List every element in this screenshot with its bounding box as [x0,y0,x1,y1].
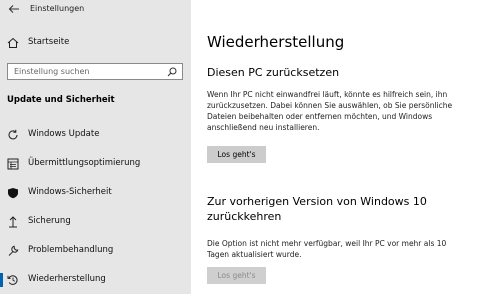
rollback-button: Los geht's [207,267,266,284]
sidebar-item-recovery[interactable]: Wiederherstellung [0,269,191,291]
sidebar-item-windows-security[interactable]: Windows-Sicherheit [0,182,191,204]
sidebar-item-label: Windows Update [28,129,100,139]
main-content: Wiederherstellung Diesen PC zurücksetzen… [191,0,500,294]
home-label: Startseite [28,37,70,47]
title-bar: Einstellungen [0,0,191,22]
sidebar-item-delivery-optimization[interactable]: Übermittlungsoptimierung [0,153,191,175]
backup-arrow-icon [9,216,17,228]
app-title: Einstellungen [30,4,85,13]
sidebar-item-label: Windows-Sicherheit [28,187,112,197]
section-title: Update und Sicherheit [7,95,115,105]
reset-pc-button[interactable]: Los geht's [207,146,266,163]
home-icon [7,37,19,48]
sidebar-item-windows-update[interactable]: Windows Update [0,124,191,146]
sidebar-item-label: Problembehandlung [28,245,114,255]
settings-search-input[interactable]: Einstellung suchen [7,63,183,80]
search-icon[interactable] [167,67,177,77]
sidebar: Einstellungen Startseite Einstellung suc… [0,0,191,294]
refresh-icon [8,129,18,140]
home-link[interactable]: Startseite [0,33,191,53]
rollback-description: Die Option ist nicht mehr verfügbar, wei… [207,239,447,259]
sidebar-item-label: Sicherung [28,216,71,226]
reset-description: Wenn Ihr PC nicht einwandfrei läuft, kön… [207,90,453,132]
delivery-optimization-icon [7,158,19,170]
recovery-icon [7,275,18,285]
sidebar-item-troubleshoot[interactable]: Problembehandlung [0,240,191,262]
wrench-icon [8,245,19,256]
selection-indicator [0,273,3,287]
search-placeholder: Einstellung suchen [14,67,90,76]
shield-icon [8,188,18,199]
back-arrow-icon[interactable] [8,3,20,15]
reset-heading: Diesen PC zurücksetzen [207,66,340,79]
rollback-heading: Zur vorherigen Version von Windows 10 zu… [207,195,427,223]
sidebar-item-label: Übermittlungsoptimierung [28,158,141,168]
page-title: Wiederherstellung [207,33,345,51]
sidebar-item-backup[interactable]: Sicherung [0,211,191,233]
sidebar-item-label: Wiederherstellung [28,274,106,284]
